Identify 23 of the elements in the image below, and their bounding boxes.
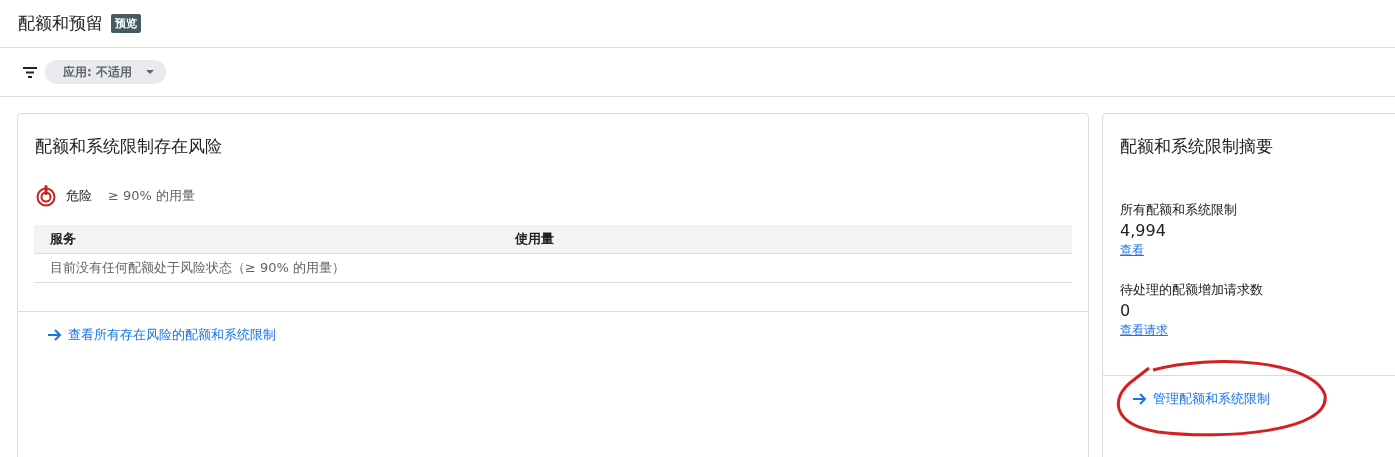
view-all-link[interactable]: 查看所有存在风险的配额和系统限制 bbox=[48, 326, 276, 344]
stat-link[interactable]: 查看请求 bbox=[1120, 322, 1168, 339]
arrow-icon bbox=[1133, 393, 1147, 405]
stat-value: 4,994 bbox=[1120, 221, 1166, 240]
caret-icon bbox=[146, 70, 154, 74]
empty-message: 目前没有任何配额处于风险状态（≥ 90% 的用量） bbox=[50, 259, 346, 277]
danger-icon bbox=[36, 185, 56, 207]
card-title: 配额和系统限制存在风险 bbox=[34, 135, 223, 158]
stat-label: 所有配额和系统限制 bbox=[1120, 201, 1237, 219]
stat-value: 0 bbox=[1120, 301, 1131, 320]
preview-badge: 预览 bbox=[111, 14, 141, 33]
stat-link[interactable]: 查看 bbox=[1120, 242, 1144, 259]
stat-label: 待处理的配额增加请求数 bbox=[1120, 281, 1263, 299]
legend-label: 危险 bbox=[66, 187, 92, 205]
arrow-icon bbox=[48, 329, 62, 341]
card-title: 配额和系统限制摘要 bbox=[1119, 135, 1274, 158]
column-header: 服务 bbox=[49, 230, 77, 248]
filter-chip[interactable]: 应用: 不适用 bbox=[45, 60, 166, 84]
manage-link[interactable]: 管理配额和系统限制 bbox=[1133, 390, 1270, 408]
column-header: 使用量 bbox=[515, 230, 554, 248]
legend-description: ≥ 90% 的用量 bbox=[108, 187, 196, 205]
filter-icon[interactable] bbox=[23, 66, 37, 78]
page-title: 配额和预留 bbox=[18, 12, 103, 35]
